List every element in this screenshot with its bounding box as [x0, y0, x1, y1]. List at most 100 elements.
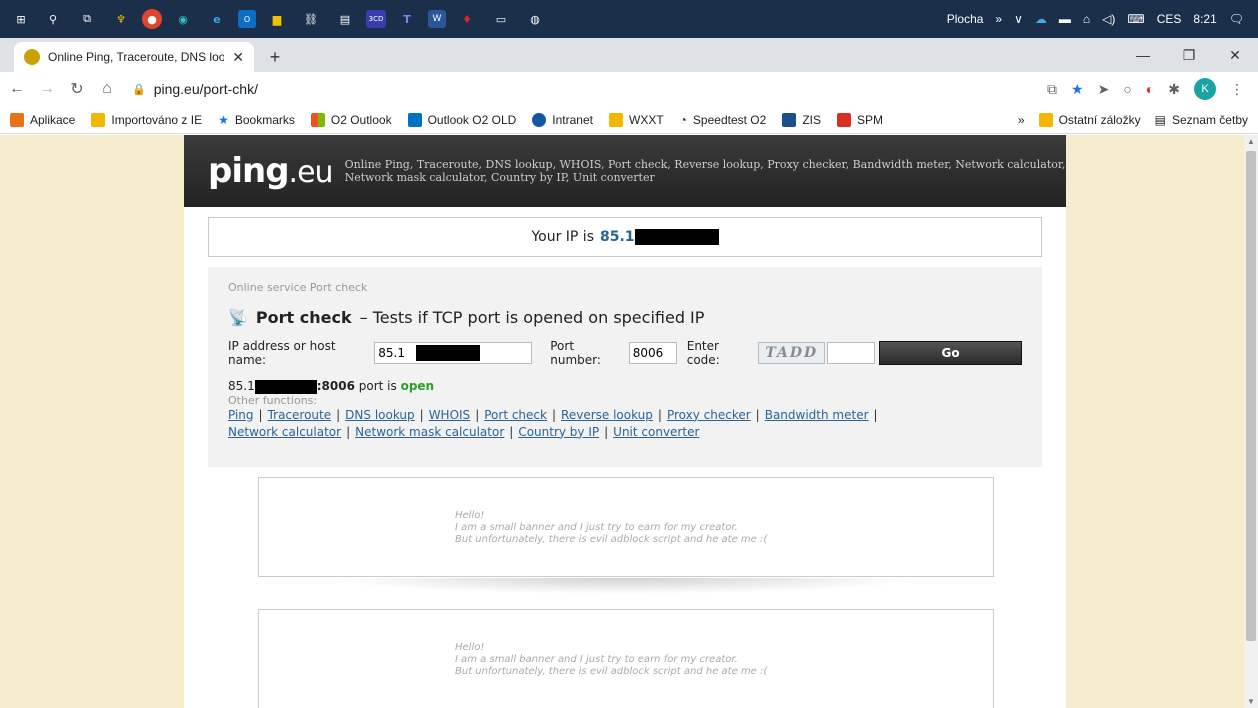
- bookmark-star-icon[interactable]: ★: [1071, 81, 1084, 98]
- function-links: Ping | Traceroute | DNS lookup | WHOIS | Port ch…: [228, 407, 878, 439]
- extensions-puzzle-icon[interactable]: ✱: [1168, 81, 1180, 98]
- onedrive-icon[interactable]: ☁: [1035, 12, 1047, 26]
- site-logo[interactable]: ping.eu: [208, 151, 334, 191]
- scroll-up-icon[interactable]: ▲: [1244, 137, 1258, 146]
- bookmark-item[interactable]: Importováno z IE: [91, 112, 202, 127]
- chrome-icon[interactable]: ●: [142, 9, 162, 29]
- tray-chevron[interactable]: »: [995, 12, 1002, 26]
- volume-icon[interactable]: ◁): [1102, 12, 1115, 26]
- link-traceroute[interactable]: Traceroute: [268, 408, 332, 422]
- edge-icon[interactable]: ◉: [170, 6, 196, 32]
- clock[interactable]: 8:21: [1193, 12, 1216, 26]
- cursor-extension-icon[interactable]: ➤: [1098, 81, 1110, 98]
- page-scrollbar[interactable]: ▲ ▼: [1244, 135, 1258, 708]
- code-input[interactable]: [827, 342, 876, 364]
- keyboard-icon[interactable]: ⌨: [1127, 12, 1144, 26]
- speedometer-icon: ◔: [679, 112, 687, 127]
- task-view-icon[interactable]: ⧉: [74, 6, 100, 32]
- red-extension-icon[interactable]: ◐: [1146, 81, 1154, 97]
- word-icon[interactable]: W: [428, 10, 446, 28]
- port-check-form: IP address or host name: Port number: En…: [228, 339, 1022, 367]
- tab-close-icon[interactable]: ✕: [232, 49, 244, 66]
- link-proxy-checker[interactable]: Proxy checker: [667, 408, 751, 422]
- forward-arrow-icon[interactable]: →: [38, 80, 56, 98]
- language-indicator[interactable]: CES: [1157, 12, 1182, 26]
- navigation-bar: ← → ↻ ⌂ 🔒 ping.eu/port-chk/ ⧉ ★ ➤ ○ ◐ ✱ …: [0, 72, 1258, 106]
- site-favicon-icon: [24, 49, 40, 65]
- microsoft-icon: [310, 112, 325, 127]
- teams-icon[interactable]: T: [394, 6, 420, 32]
- minimize-button[interactable]: —: [1120, 47, 1166, 63]
- outlook-icon[interactable]: O: [238, 10, 256, 28]
- reading-list[interactable]: ▤ Seznam četby: [1155, 113, 1248, 127]
- scrollbar-thumb[interactable]: [1246, 151, 1256, 641]
- file-explorer-icon[interactable]: ▆: [264, 6, 290, 32]
- notifications-icon[interactable]: 🗨: [1229, 12, 1244, 26]
- app-icon-yellow[interactable]: ♆: [108, 6, 134, 32]
- intranet-icon: [532, 112, 547, 127]
- other-bookmarks[interactable]: Ostatní záložky: [1038, 112, 1141, 127]
- terminal-icon[interactable]: ▭: [488, 6, 514, 32]
- bookmarks-right: » Ostatní záložky ▤ Seznam četby: [1018, 112, 1248, 127]
- bookmark-item[interactable]: WXXT: [609, 112, 664, 127]
- battery-icon[interactable]: ▬: [1059, 12, 1071, 26]
- globe-icon[interactable]: ◍: [522, 6, 548, 32]
- link-country-by-ip[interactable]: Country by IP: [518, 425, 599, 439]
- menu-kebab-icon[interactable]: ⋮: [1230, 81, 1244, 98]
- bookmark-item[interactable]: Aplikace: [10, 112, 75, 127]
- lock-icon[interactable]: 🔒: [132, 83, 146, 96]
- link-reverse-lookup[interactable]: Reverse lookup: [561, 408, 653, 422]
- bookmark-item[interactable]: ★ Bookmarks: [218, 113, 295, 127]
- bookmark-item[interactable]: ZIS: [782, 112, 821, 127]
- profile-avatar[interactable]: K: [1194, 78, 1216, 100]
- port-input[interactable]: [628, 342, 677, 364]
- windows-start-icon[interactable]: ⊞: [10, 6, 32, 32]
- folder-icon: [1038, 112, 1053, 127]
- address-bar[interactable]: 🔒 ping.eu/port-chk/: [132, 81, 258, 97]
- back-arrow-icon[interactable]: ←: [8, 80, 26, 98]
- redaction-block: [254, 379, 317, 394]
- link-whois[interactable]: WHOIS: [429, 408, 471, 422]
- calculator-icon[interactable]: ▤: [332, 6, 358, 32]
- link-unit-converter[interactable]: Unit converter: [613, 425, 699, 439]
- new-tab-button[interactable]: +: [260, 42, 290, 72]
- bookmark-item[interactable]: SPM: [836, 112, 883, 127]
- bookmark-item[interactable]: Intranet: [532, 112, 593, 127]
- link-dns-lookup[interactable]: DNS lookup: [345, 408, 414, 422]
- search-icon[interactable]: ⚲: [40, 6, 66, 32]
- tray-expand-icon[interactable]: ∨: [1014, 12, 1023, 26]
- close-window-button[interactable]: ✕: [1212, 47, 1258, 64]
- ip-value: 85.1: [600, 229, 635, 245]
- link-network-mask-calculator[interactable]: Network mask calculator: [355, 425, 504, 439]
- app-icon-red[interactable]: ♦: [454, 6, 480, 32]
- bookmark-item[interactable]: ◔ Speedtest O2: [680, 113, 767, 127]
- home-icon[interactable]: ⌂: [98, 80, 116, 98]
- browser-tab[interactable]: Online Ping, Traceroute, DNS loo ✕: [14, 42, 254, 72]
- bookmark-item[interactable]: Outlook O2 OLD: [407, 112, 516, 127]
- service-title-strong: Port check: [255, 308, 352, 327]
- banner-shadow: [324, 578, 924, 594]
- bookmark-item[interactable]: O2 Outlook: [310, 112, 392, 127]
- network-icon[interactable]: ⛓: [298, 6, 324, 32]
- go-button[interactable]: Go: [879, 341, 1022, 365]
- reload-icon[interactable]: ↻: [68, 79, 86, 99]
- folder-icon: [91, 112, 106, 127]
- scroll-down-icon[interactable]: ▼: [1244, 697, 1258, 706]
- link-ping[interactable]: Ping: [228, 408, 254, 422]
- maximize-button[interactable]: ❐: [1166, 47, 1212, 64]
- reading-list-icon: ▤: [1154, 112, 1166, 127]
- circle-extension-icon[interactable]: ○: [1123, 81, 1131, 97]
- more-bookmarks-chevron[interactable]: »: [1018, 113, 1025, 127]
- link-port-check[interactable]: Port check: [484, 408, 547, 422]
- app-icon-3cd[interactable]: 3CD: [366, 10, 386, 28]
- redaction-block: [634, 229, 719, 245]
- link-network-calculator[interactable]: Network calculator: [228, 425, 341, 439]
- desktop-label[interactable]: Plocha: [947, 12, 984, 26]
- translate-icon[interactable]: ⧉: [1047, 81, 1057, 98]
- ie-icon[interactable]: e: [204, 6, 230, 32]
- url-text[interactable]: ping.eu/port-chk/: [154, 81, 258, 97]
- window-controls: — ❐ ✕: [1120, 38, 1258, 72]
- link-bandwidth-meter[interactable]: Bandwidth meter: [765, 408, 869, 422]
- network-tray-icon[interactable]: ⌂: [1083, 12, 1090, 26]
- banner-text: Hello! I am a small banner and I just tr…: [455, 642, 768, 677]
